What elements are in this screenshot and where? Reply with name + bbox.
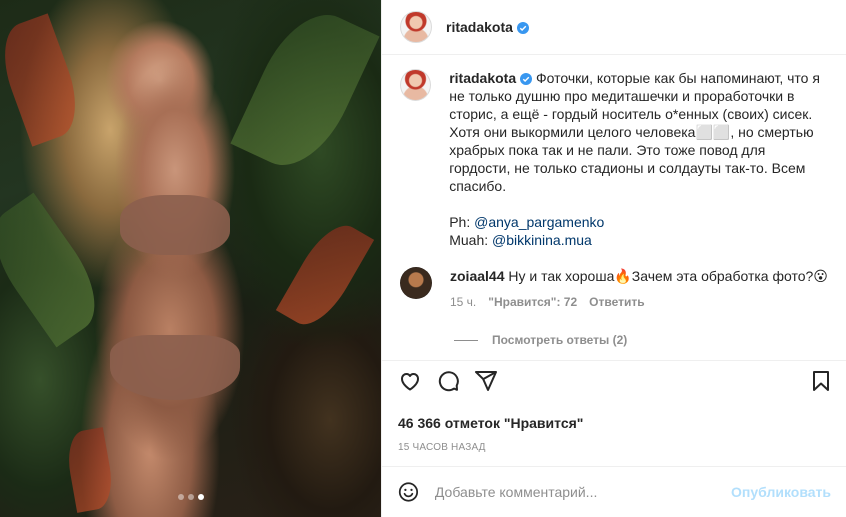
post-timestamp[interactable]: 15 часов назад [398,442,833,453]
verified-badge-icon [516,22,529,34]
post-actions: 46 366 отметок "Нравится" 15 часов назад [382,360,846,453]
muah-credit-label: Muah: [449,232,493,248]
comment-item: zoiaal44 Ну и так хороша🔥Зачем эта обраб… [382,249,846,309]
comment-likes[interactable]: "Нравится": 72 [488,295,577,309]
leaf-decoration [63,427,117,513]
leaf-decoration [230,0,380,182]
emoji-icon[interactable] [398,480,419,504]
comment-meta: 15 ч. "Нравится": 72 Ответить [450,295,828,309]
caption-body: Фоточки, которые как бы напоминают, что … [449,70,820,194]
view-replies-label: Посмотреть ответы (2) [492,333,628,347]
post-photo[interactable] [0,0,381,517]
photo-credit-label: Ph: [449,214,475,230]
comments-area: ritadakota Фоточки, которые как бы напом… [382,55,846,360]
author-username[interactable]: ritadakota [446,19,529,35]
caption-avatar[interactable] [400,69,432,101]
replies-line [454,339,478,341]
photo-credit-mention[interactable]: @anya_pargamenko [474,214,604,230]
heart-icon[interactable] [398,369,422,393]
caption: ritadakota Фоточки, которые как бы напом… [382,55,846,249]
verified-badge-icon [520,73,533,85]
comment-text: zoiaal44 Ну и так хороша🔥Зачем эта обраб… [450,267,828,285]
carousel-dots [0,494,381,500]
muah-credit: Muah: @bikkinina.mua [449,231,829,249]
commenter-avatar[interactable] [400,267,432,299]
share-icon[interactable] [474,369,498,393]
commenter-username[interactable]: zoiaal44 [450,268,504,284]
comment-time[interactable]: 15 ч. [450,295,476,309]
author-avatar[interactable] [400,11,432,43]
reply-button[interactable]: Ответить [589,295,644,309]
likes-count[interactable]: 46 366 отметок "Нравится" [398,415,833,431]
comment-body: Ну и так хороша🔥Зачем эта обработка фото… [508,268,828,284]
muah-credit-mention[interactable]: @bikkinina.mua [492,232,592,248]
caption-username[interactable]: ritadakota [449,70,516,86]
bookmark-icon[interactable] [809,369,833,393]
carousel-dot[interactable] [187,494,194,500]
bikini-bottom [110,335,240,400]
caption-text: ritadakota Фоточки, которые как бы напом… [449,69,829,249]
leaf-decoration [275,214,375,336]
view-replies-button[interactable]: Посмотреть ответы (2) [454,333,846,347]
comment-input[interactable] [434,484,732,500]
add-comment-bar: Опубликовать [382,466,846,517]
post-comment-button[interactable]: Опубликовать [731,484,831,500]
photo-credit: Ph: @anya_pargamenko [449,213,829,231]
action-icons [398,369,833,393]
post-side-panel: ritadakota ritadakota Фоточки, которые к… [381,0,846,517]
carousel-dot-active[interactable] [197,494,204,500]
leaf-decoration [0,13,89,147]
bikini-top [120,195,230,255]
comment-icon[interactable] [436,369,460,393]
post-header: ritadakota [382,0,846,55]
leaf-decoration [0,192,114,348]
carousel-dot[interactable] [177,494,184,500]
